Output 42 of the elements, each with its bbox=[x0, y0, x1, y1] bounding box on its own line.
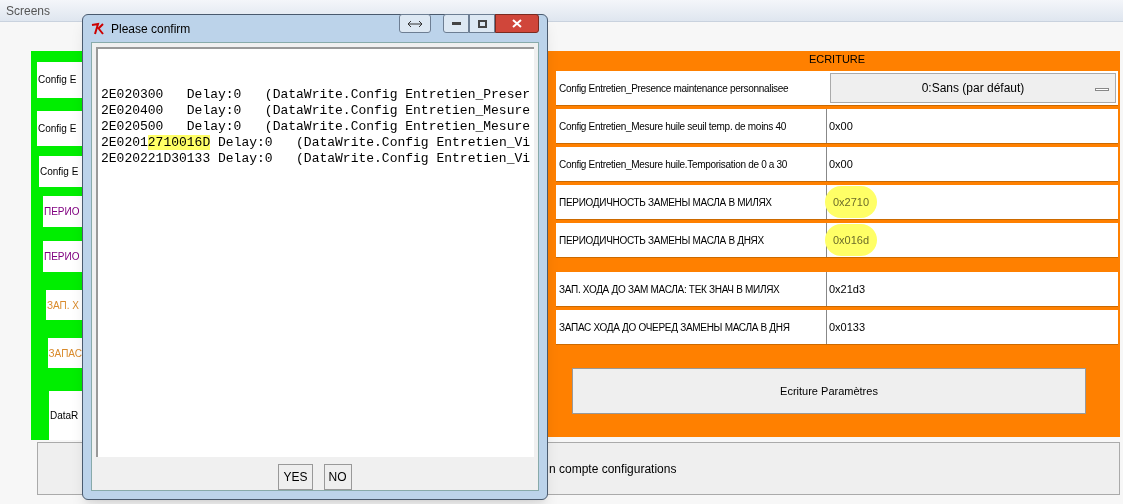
parameter-label: ЗАПАС ХОДА ДО ОЧЕРЕД ЗАМЕНЫ МАСЛА В ДНЯ bbox=[558, 320, 791, 335]
feather-logo-icon bbox=[91, 21, 105, 36]
value-field[interactable]: 0x2710 bbox=[826, 185, 1118, 219]
panel-title: ECRITURE bbox=[807, 52, 867, 67]
minimize-icon bbox=[451, 22, 461, 25]
option-dropdown[interactable]: 0:Sans (par défaut) bbox=[830, 73, 1116, 103]
maximize-button[interactable] bbox=[469, 14, 495, 33]
dialog-title: Please confirm bbox=[111, 20, 192, 38]
parameter-label: ЗАП. ХОДА ДО ЗАМ МАСЛА: ТЕК ЗНАЧ В МИЛЯХ bbox=[558, 282, 781, 297]
value-field[interactable]: 0x21d3 bbox=[826, 272, 1118, 306]
write-parameters-button[interactable]: Ecriture Paramètres bbox=[572, 368, 1086, 414]
value-field[interactable]: 0x00 bbox=[826, 109, 1118, 143]
config-card[interactable]: DataR bbox=[49, 391, 82, 440]
parameter-label: Config Entretien_Mesure huile.Temporisation de 0 a 30 bbox=[558, 157, 789, 172]
config-card[interactable]: Config E bbox=[39, 156, 82, 188]
value-field[interactable]: 0x00 bbox=[826, 147, 1118, 181]
dialog-button[interactable]: YES bbox=[278, 464, 313, 490]
horizontal-arrows-icon bbox=[407, 19, 423, 28]
command-line: 2E020500 Delay:0 (DataWrite.Config Entretien_Mesure bbox=[101, 119, 532, 135]
maximize-icon bbox=[477, 19, 487, 28]
command-text-area[interactable] bbox=[96, 47, 534, 457]
config-card[interactable]: Config E bbox=[37, 62, 82, 98]
value-field[interactable]: 0x0133 bbox=[826, 310, 1118, 344]
command-line: 2E020400 Delay:0 (DataWrite.Config Entretien_Mesure bbox=[101, 103, 532, 119]
value-field[interactable]: 0x016d bbox=[826, 223, 1118, 257]
config-card[interactable]: ПЕРИО bbox=[43, 241, 82, 273]
config-card[interactable]: ПЕРИО bbox=[43, 196, 82, 228]
parameter-label: ПЕРИОДИЧНОСТЬ ЗАМЕНЫ МАСЛА В ДНЯХ bbox=[558, 233, 765, 248]
parameter-label: ПЕРИОДИЧНОСТЬ ЗАМЕНЫ МАСЛА В МИЛЯХ bbox=[558, 195, 773, 210]
dropdown-bar-icon bbox=[1095, 88, 1109, 91]
close-button[interactable] bbox=[495, 14, 539, 33]
command-line: 2E020221D30133 Delay:0 (DataWrite.Config Entretien_Vi bbox=[101, 151, 532, 167]
config-card[interactable]: Config E bbox=[37, 110, 82, 147]
bottom-bar-text: n compte configurations bbox=[549, 460, 677, 478]
close-icon bbox=[512, 19, 522, 28]
parameter-label: Config Entretien_Mesure huile seuil temp. de moins 40 bbox=[558, 119, 787, 134]
app-title: Screens bbox=[6, 2, 51, 20]
parameter-label: Config Entretien_Presence maintenance personnalisee bbox=[558, 81, 790, 96]
minimize-button[interactable] bbox=[443, 14, 469, 33]
command-line: 2E020300 Delay:0 (DataWrite.Config Entretien_Preser bbox=[101, 87, 532, 103]
resize-button[interactable] bbox=[399, 14, 431, 33]
dialog-button[interactable]: NO bbox=[323, 464, 352, 490]
